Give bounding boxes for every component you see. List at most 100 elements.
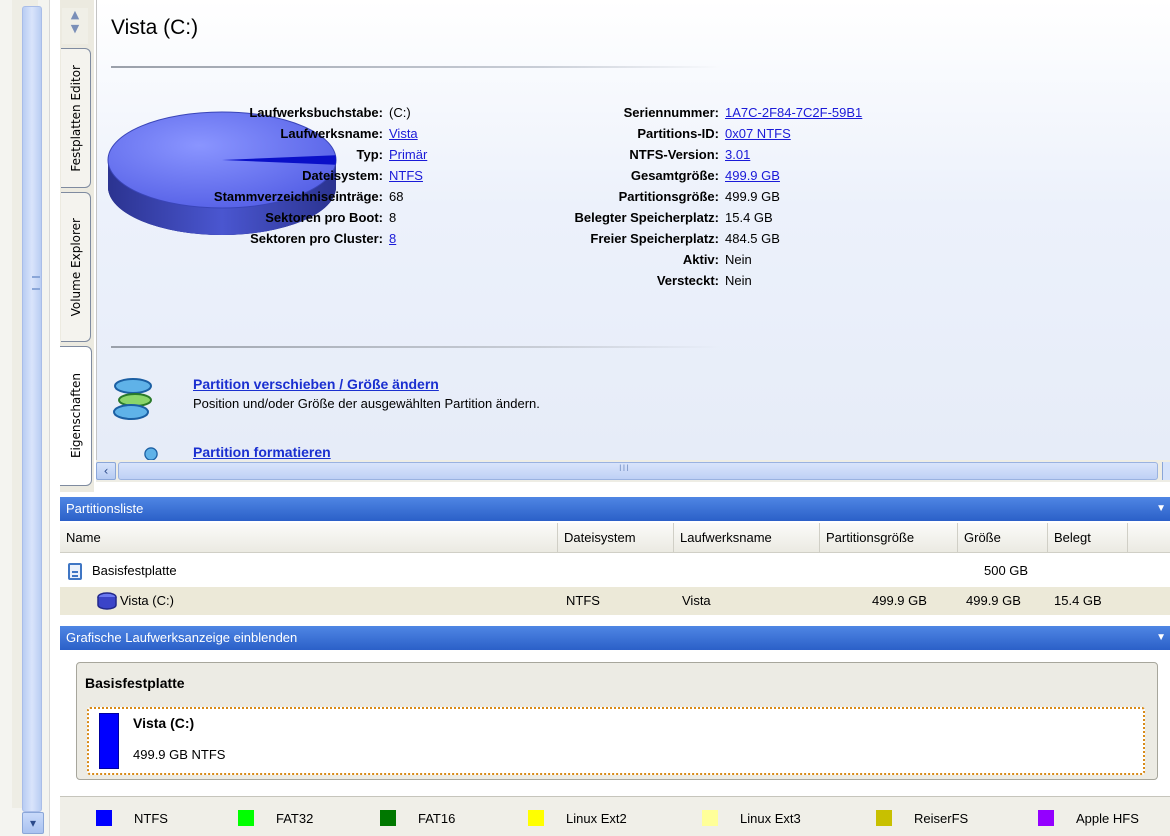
column-header-name[interactable]: Name	[60, 523, 558, 553]
column-header-label[interactable]: Laufwerksname	[674, 523, 820, 553]
property-key: Sektoren pro Boot:	[265, 210, 383, 225]
legend-swatch	[876, 810, 892, 826]
property-row: Versteckt: Nein	[479, 270, 862, 291]
property-key: Typ:	[356, 147, 383, 162]
action-title[interactable]: Partition formatieren	[193, 444, 331, 460]
property-value: 484.5 GB	[725, 231, 780, 246]
volume-icon	[97, 592, 117, 610]
partition-fs-color	[99, 713, 119, 769]
action-description: Position und/oder Größe der ausgewählten…	[193, 396, 540, 411]
disk-title: Basisfestplatte	[85, 675, 185, 691]
property-row: NTFS-Version: 3.01	[479, 144, 862, 165]
property-key: Gesamtgröße:	[630, 168, 719, 183]
property-row: Laufwerksbuchstabe: (C:)	[97, 102, 427, 123]
property-key: Partitions-ID:	[637, 126, 719, 141]
property-key: Stammverzeichniseinträge:	[213, 189, 383, 204]
legend-label: FAT16	[418, 810, 456, 826]
column-header-used[interactable]: Belegt	[1048, 523, 1128, 553]
column-header-size[interactable]: Größe	[958, 523, 1048, 553]
volume-properties-left: Laufwerksbuchstabe: (C:) Laufwerksname: Vis…	[97, 102, 427, 249]
partition-info: 499.9 GB NTFS	[133, 747, 226, 762]
tab-label: Eigenschaften	[68, 373, 83, 459]
property-row: Freier Speicherplatz: 484.5 GB	[479, 228, 862, 249]
tab-festplatten-editor[interactable]: Festplatten Editor	[61, 48, 91, 188]
legend-swatch	[528, 810, 544, 826]
property-value: Nein	[725, 252, 752, 267]
scroll-left-button[interactable]: ‹	[96, 462, 116, 480]
property-value[interactable]: 1A7C-2F84-7C2F-59B1	[719, 102, 862, 123]
property-key: Laufwerksbuchstabe:	[249, 105, 383, 120]
property-value: (C:)	[389, 105, 411, 120]
property-value: 68	[389, 189, 404, 204]
table-header-row: Name Dateisystem Laufwerksname Partition…	[60, 523, 1170, 553]
tab-label: Festplatten Editor	[68, 64, 83, 172]
legend-item-fat16: FAT16	[380, 809, 455, 827]
legend-label: Apple HFS	[1076, 810, 1139, 826]
scrollbar-thumb[interactable]	[22, 6, 42, 812]
property-value[interactable]: NTFS	[383, 165, 423, 186]
tab-scroll-up-button[interactable]: ▲ ▼	[62, 8, 88, 44]
property-key: NTFS-Version:	[629, 147, 719, 162]
property-value: Nein	[725, 273, 752, 288]
property-row: Gesamtgröße: 499.9 GB	[479, 165, 862, 186]
scrollbar-thumb[interactable]	[118, 462, 1158, 480]
property-key: Sektoren pro Cluster:	[250, 231, 383, 246]
legend-swatch	[702, 810, 718, 826]
outer-vertical-scrollbar[interactable]: ▾	[0, 0, 50, 836]
legend-item-reiserfs: ReiserFS	[876, 809, 968, 827]
collapse-icon[interactable]: ▼	[1156, 497, 1166, 521]
property-row: Typ: Primär	[97, 144, 428, 165]
table-row-volume[interactable]: Vista (C:) NTFS Vista 499.9 GB 499.9 GB …	[60, 587, 1170, 615]
separator	[111, 66, 721, 68]
section-title: Partitionsliste	[66, 501, 144, 516]
property-key: Seriennummer:	[623, 105, 719, 120]
property-row: Sektoren pro Cluster: 8	[97, 228, 427, 249]
section-title: Grafische Laufwerksanzeige einblenden	[66, 630, 298, 645]
collapse-icon[interactable]: ▼	[1156, 626, 1166, 650]
hard-disk-icon	[68, 563, 82, 580]
legend-label: NTFS	[134, 810, 168, 826]
column-header-filesystem[interactable]: Dateisystem	[558, 523, 674, 553]
property-key: Versteckt:	[656, 273, 719, 288]
property-value[interactable]: Primär	[383, 144, 427, 165]
legend-swatch	[96, 810, 112, 826]
volume-size: 499.9 GB	[966, 593, 1021, 608]
scroll-down-button[interactable]: ▾	[22, 812, 44, 834]
volume-name: Vista (C:)	[120, 593, 174, 608]
partition-list-header[interactable]: Partitionsliste ▼	[60, 497, 1170, 521]
scrollbar-grip-icon	[32, 276, 40, 290]
property-value[interactable]: 0x07 NTFS	[719, 123, 791, 144]
property-value[interactable]: 3.01	[719, 144, 750, 165]
table-row-disk[interactable]: Basisfestplatte 500 GB	[60, 557, 1170, 585]
resize-partition-icon	[113, 378, 152, 420]
graphic-view-header[interactable]: Grafische Laufwerksanzeige einblenden ▼	[60, 626, 1170, 650]
legend-item-fat32: FAT32	[238, 809, 313, 827]
property-row: Belegter Speicherplatz: 15.4 GB	[479, 207, 862, 228]
legend-item-apple-hfs: Apple HFS	[1038, 809, 1139, 827]
legend-label: Linux Ext3	[740, 810, 801, 826]
property-value[interactable]: 8	[383, 228, 396, 249]
property-row: Partitions-ID: 0x07 NTFS	[479, 123, 862, 144]
property-row: Partitionsgröße: 499.9 GB	[479, 186, 862, 207]
volume-filesystem: NTFS	[566, 593, 600, 608]
action-title[interactable]: Partition verschieben / Größe ändern	[193, 376, 439, 392]
tab-eigenschaften[interactable]: Eigenschaften	[60, 346, 92, 486]
volume-used: 15.4 GB	[1054, 593, 1102, 608]
property-value[interactable]: Vista	[383, 123, 418, 144]
property-value[interactable]: 499.9 GB	[719, 165, 780, 186]
partition-name: Vista (C:)	[133, 715, 195, 731]
column-header-partition-size[interactable]: Partitionsgröße	[820, 523, 958, 553]
scroll-right-button[interactable]	[1162, 462, 1170, 480]
property-row: Aktiv: Nein	[479, 249, 862, 270]
property-value: 499.9 GB	[725, 189, 780, 204]
property-value: 15.4 GB	[725, 210, 773, 225]
legend-item-linux-ext2: Linux Ext2	[528, 809, 627, 827]
property-row: Sektoren pro Boot: 8	[97, 207, 427, 228]
property-key: Laufwerksname:	[280, 126, 383, 141]
disk-card: Basisfestplatte Vista (C:) 499.9 GB NTFS	[76, 662, 1158, 780]
legend-swatch	[238, 810, 254, 826]
partition-block-vista[interactable]: Vista (C:) 499.9 GB NTFS	[87, 707, 1145, 775]
volume-label: Vista	[682, 593, 711, 608]
content-horizontal-scrollbar[interactable]: ‹	[96, 460, 1170, 482]
tab-volume-explorer[interactable]: Volume Explorer	[61, 192, 91, 342]
